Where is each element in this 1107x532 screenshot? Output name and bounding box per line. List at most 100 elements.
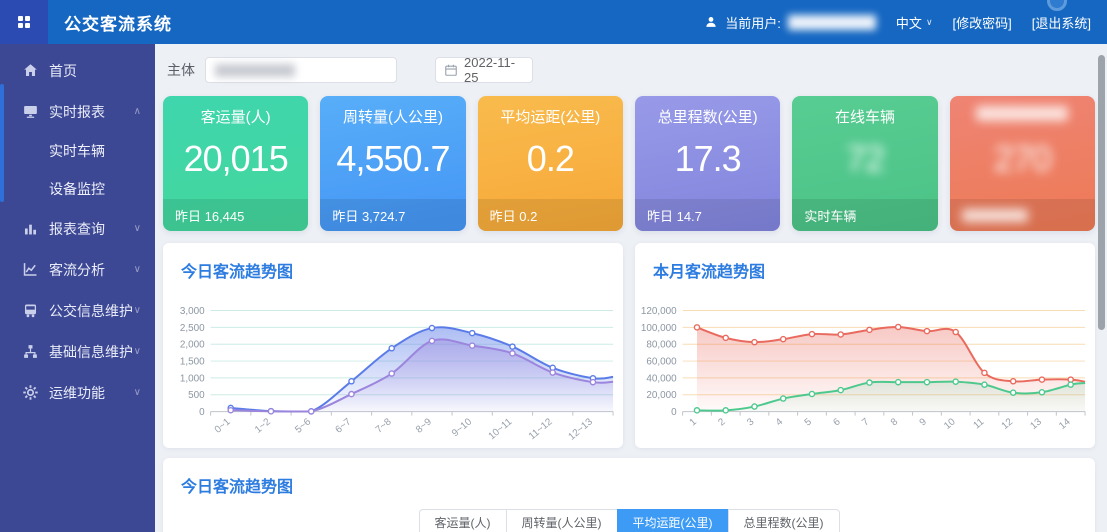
stat-card-5: 270 (950, 96, 1095, 231)
svg-text:14: 14 (1057, 416, 1073, 432)
metric-tab-3[interactable]: 总里程数(公里) (728, 509, 840, 532)
sidebar-item-base-info[interactable]: 基础信息维护∨ (0, 331, 155, 372)
gear-icon (22, 384, 39, 401)
main-content: 主体 2022-11-25 客运量(人)20,015昨日 16,445周转量(人… (155, 44, 1107, 532)
stat-card-title (950, 106, 1095, 125)
sidebar-item-realtime-report[interactable]: 实时报表 ∧ (0, 91, 155, 132)
svg-text:2,500: 2,500 (180, 323, 205, 334)
chevron-down-icon: ∨ (134, 387, 141, 398)
stat-card-value: 270 (950, 138, 1095, 180)
svg-text:120,000: 120,000 (641, 306, 677, 317)
home-icon (22, 62, 39, 79)
bars-icon (22, 220, 39, 237)
svg-text:5: 5 (803, 416, 815, 428)
svg-text:4: 4 (774, 416, 786, 428)
sidebar-item-bus-info[interactable]: 公交信息维护∨ (0, 290, 155, 331)
floating-widget-button[interactable] (1047, 0, 1067, 11)
sidebar-item-label: 实时报表 (49, 102, 105, 122)
stat-card-title: 总里程数(公里) (635, 106, 780, 125)
stat-card-1: 周转量(人公里)4,550.7昨日 3,724.7 (320, 96, 465, 231)
svg-text:8: 8 (889, 416, 901, 428)
sidebar-item-label: 公交信息维护 (49, 301, 133, 321)
svg-text:0: 0 (671, 407, 677, 418)
monitor-icon (22, 103, 39, 120)
svg-text:2: 2 (716, 416, 728, 428)
current-user: 当前用户: (704, 13, 876, 32)
month-trend-card: 本月客流趋势图 020,00040,00060,00080,000100,000… (635, 243, 1095, 448)
stat-card-4: 在线车辆72实时车辆 (792, 96, 937, 231)
sidebar-item-home[interactable]: 首页 (0, 50, 155, 91)
chart-canvas: 05001,0001,5002,0002,5003,0000~11~25~66~… (165, 284, 621, 448)
svg-text:7~8: 7~8 (374, 416, 394, 436)
svg-text:10: 10 (942, 416, 958, 432)
stat-card-0: 客运量(人)20,015昨日 16,445 (163, 96, 308, 231)
svg-text:1: 1 (688, 416, 700, 428)
sidebar-subitem-realtime-vehicle[interactable]: 实时车辆 (0, 132, 155, 170)
line-icon (22, 261, 39, 278)
svg-text:12: 12 (1000, 416, 1016, 432)
stat-card-2: 平均运距(公里)0.2昨日 0.2 (478, 96, 623, 231)
svg-text:100,000: 100,000 (641, 323, 677, 334)
calendar-icon (444, 63, 458, 77)
month-trend-chart: 020,00040,00060,00080,000100,000120,0001… (635, 284, 1095, 448)
metric-tabs: 客运量(人)周转量(人公里)平均运距(公里)总里程数(公里) (163, 509, 1095, 532)
svg-text:1~2: 1~2 (253, 416, 273, 436)
stat-card-footer: 昨日 3,724.7 (320, 199, 465, 231)
stat-card-title: 在线车辆 (792, 106, 937, 125)
chevron-down-icon: ∨ (134, 346, 141, 357)
language-select[interactable]: 中文 ∨ (896, 13, 933, 32)
metric-tab-1[interactable]: 周转量(人公里) (506, 509, 618, 532)
chevron-down-icon: ∨ (134, 223, 141, 234)
sidebar-scroll-indicator[interactable] (0, 84, 4, 202)
svg-text:3,000: 3,000 (180, 306, 205, 317)
app-header: 公交客流系统 当前用户: 中文 ∨ [修改密码] [退出系统] (0, 0, 1107, 44)
svg-text:13: 13 (1028, 416, 1044, 432)
page-scrollbar[interactable] (1098, 55, 1105, 330)
menu-toggle-button[interactable] (0, 0, 48, 44)
svg-text:500: 500 (188, 390, 205, 401)
sidebar-item-label: 首页 (49, 61, 77, 81)
bus-icon (22, 302, 39, 319)
metric-tab-0[interactable]: 客运量(人) (419, 509, 507, 532)
stat-card-footer: 昨日 14.7 (635, 199, 780, 231)
svg-text:9~10: 9~10 (450, 416, 475, 439)
logout-link[interactable]: [退出系统] (1032, 13, 1091, 32)
subject-input[interactable] (205, 57, 397, 83)
subject-value-redacted (215, 64, 295, 77)
sidebar-item-label: 客流分析 (49, 260, 105, 280)
svg-text:8~9: 8~9 (414, 416, 434, 436)
sidebar-item-label: 报表查询 (49, 219, 105, 239)
svg-text:7: 7 (860, 416, 872, 428)
svg-text:0: 0 (199, 407, 205, 418)
app-title: 公交客流系统 (64, 10, 172, 35)
stat-card-3: 总里程数(公里)17.3昨日 14.7 (635, 96, 780, 231)
date-picker[interactable]: 2022-11-25 (435, 57, 533, 83)
svg-text:60,000: 60,000 (646, 357, 677, 368)
sidebar-item-report-query[interactable]: 报表查询 ∨ (0, 208, 155, 249)
svg-text:0~1: 0~1 (213, 416, 233, 436)
sidebar-item-label: 运维功能 (49, 383, 105, 403)
chevron-down-icon: ∨ (134, 305, 141, 316)
svg-text:1,000: 1,000 (180, 373, 205, 384)
sidebar-item-flow-analysis[interactable]: 客流分析∨ (0, 249, 155, 290)
svg-text:12~13: 12~13 (566, 416, 595, 443)
metric-tab-2[interactable]: 平均运距(公里) (617, 509, 729, 532)
bottom-trend-card: 今日客流趋势图 客运量(人)周转量(人公里)平均运距(公里)总里程数(公里) (163, 458, 1095, 532)
change-password-link[interactable]: [修改密码] (953, 13, 1012, 32)
user-icon (704, 15, 718, 29)
svg-text:9: 9 (918, 416, 930, 428)
sidebar-subitem-device-monitor[interactable]: 设备监控 (0, 170, 155, 208)
chevron-down-icon: ∨ (926, 17, 933, 28)
svg-text:6: 6 (831, 416, 843, 428)
stat-card-footer: 实时车辆 (792, 199, 937, 231)
current-user-label: 当前用户: (725, 13, 781, 32)
svg-text:5~6: 5~6 (293, 416, 313, 436)
stat-card-footer: 昨日 0.2 (478, 199, 623, 231)
svg-text:20,000: 20,000 (646, 390, 677, 401)
apps-grid-icon (18, 16, 30, 28)
chevron-up-icon: ∧ (134, 106, 141, 117)
date-value: 2022-11-25 (464, 55, 524, 85)
sidebar-item-ops[interactable]: 运维功能 ∨ (0, 372, 155, 413)
month-trend-title: 本月客流趋势图 (635, 243, 1095, 284)
svg-text:2,000: 2,000 (180, 340, 205, 351)
